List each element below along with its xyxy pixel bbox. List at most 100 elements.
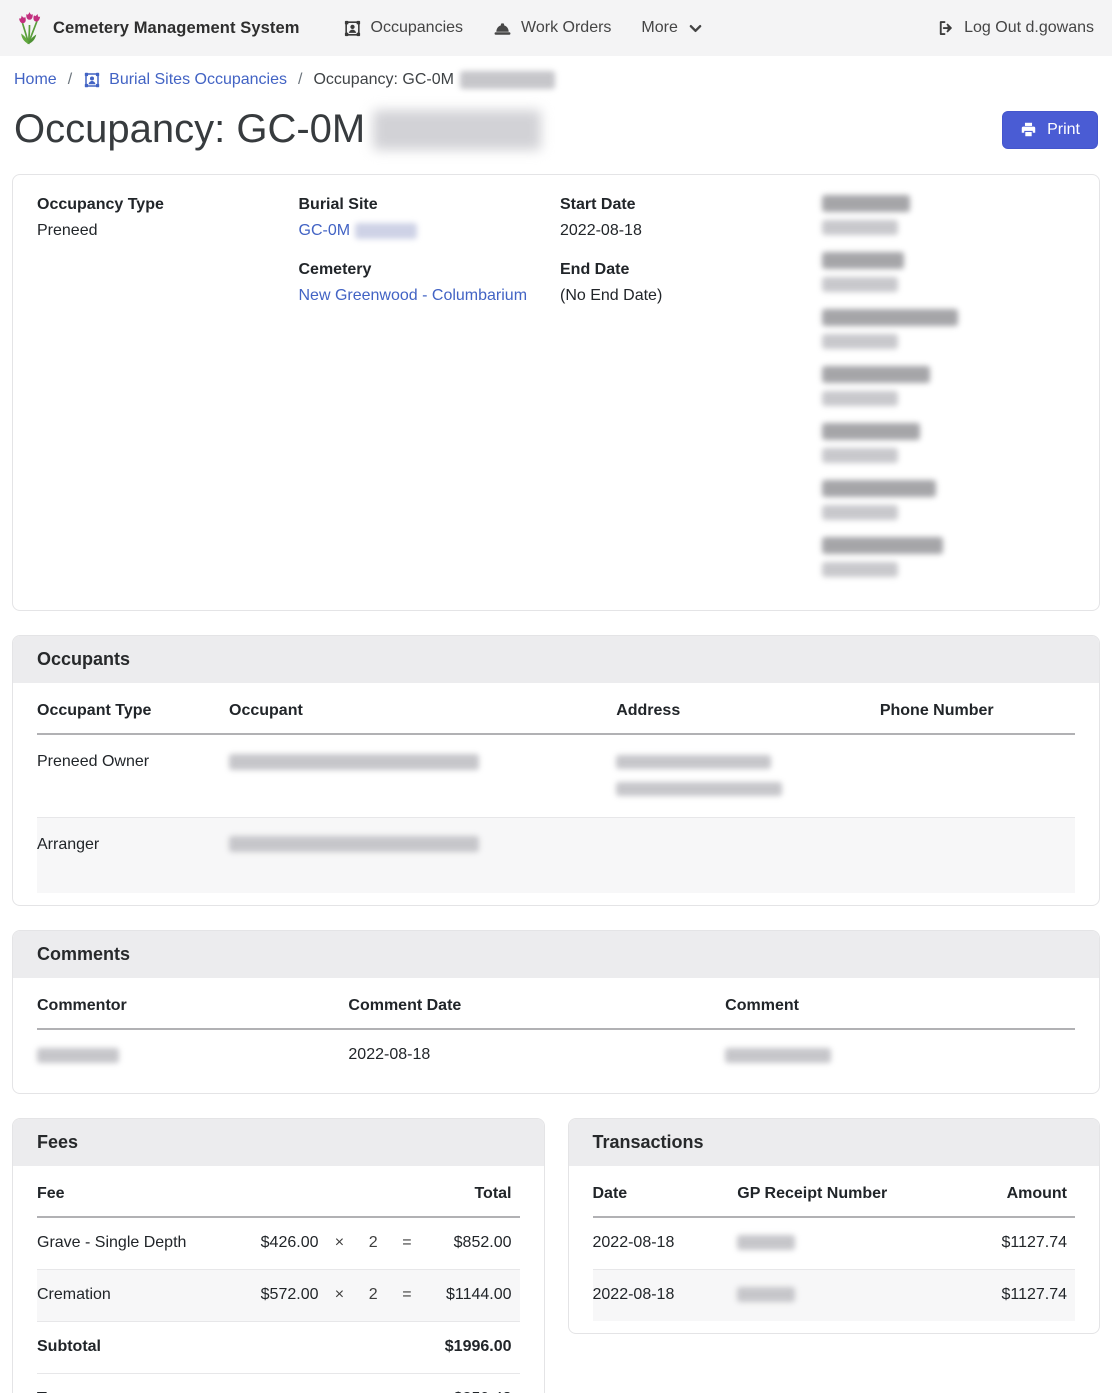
breadcrumb-current: Occupancy: GC-0M: [313, 71, 554, 89]
transactions-card: Transactions Date GP Receipt Number Amou…: [568, 1118, 1101, 1334]
fee-qty-cell: 2: [360, 1217, 394, 1269]
fees-card: Fees Fee Total Grave - Single Depth: [12, 1118, 545, 1393]
comment-date-cell: 2022-08-18: [348, 1029, 725, 1081]
printer-icon: [1020, 121, 1037, 138]
burial-site-label: Burial Site: [299, 195, 553, 215]
details-col-2: Burial Site GC-0M Cemetery New Greenwood…: [299, 195, 553, 594]
table-row: Cremation $572.00 × 2 = $1144.00: [37, 1269, 520, 1321]
subtotal-label: Subtotal: [37, 1321, 428, 1373]
comments-table: Commentor Comment Date Comment 2022-08-1…: [37, 983, 1075, 1081]
burial-site-link[interactable]: GC-0M: [299, 222, 351, 239]
occupancy-type-label: Occupancy Type: [37, 195, 291, 215]
redacted-text: [229, 754, 479, 770]
redacted-field: [822, 309, 1076, 349]
subtotal-value: $1996.00: [428, 1321, 520, 1373]
cemetery-label: Cemetery: [299, 260, 553, 280]
sign-out-icon: [937, 19, 955, 37]
comments-card: Comments Commentor Comment Date Comment …: [12, 930, 1100, 1094]
occupants-header-phone: Phone Number: [880, 688, 1075, 734]
redacted-text: [616, 782, 782, 796]
breadcrumb-occupancies-link[interactable]: Burial Sites Occupancies: [83, 71, 287, 89]
occupancies-icon: [83, 71, 101, 89]
nav-item-occupancies[interactable]: Occupancies: [343, 19, 464, 38]
occupants-card: Occupants Occupant Type Occupant Address…: [12, 635, 1100, 906]
fee-name-cell: Cremation: [37, 1269, 249, 1321]
tax-row: Tax $259.48: [37, 1373, 520, 1393]
details-col-3: Start Date 2022-08-18 End Date (No End D…: [560, 195, 814, 594]
end-date-label: End Date: [560, 260, 814, 280]
logout-label: Log Out d.gowans: [964, 19, 1094, 37]
occupancy-type-value: Preneed: [37, 221, 291, 241]
logout-link[interactable]: Log Out d.gowans: [937, 19, 1094, 37]
details-col-redacted: [822, 195, 1076, 594]
table-row: Preneed Owner: [37, 734, 1075, 817]
redacted-text: [460, 71, 555, 89]
comments-header-comment: Comment: [725, 983, 1075, 1029]
nav-item-label: Occupancies: [371, 19, 464, 37]
redacted-text: [355, 223, 417, 239]
redacted-text: [229, 836, 479, 852]
print-button[interactable]: Print: [1002, 111, 1098, 149]
breadcrumb-separator: /: [68, 71, 72, 89]
breadcrumb-home-link[interactable]: Home: [14, 71, 57, 89]
transaction-amount-cell: $1127.74: [954, 1269, 1075, 1320]
occupants-header-type: Occupant Type: [37, 688, 229, 734]
comments-header-commentor: Commentor: [37, 983, 348, 1029]
fees-header-fee: Fee: [37, 1171, 249, 1217]
transactions-table: Date GP Receipt Number Amount 2022-08-18…: [593, 1171, 1076, 1321]
fee-name-cell: Grave - Single Depth: [37, 1217, 249, 1269]
tulips-logo-icon: [16, 10, 43, 46]
page-title: Occupancy: GC-0M: [14, 107, 541, 152]
fee-qty-cell: 2: [360, 1269, 394, 1321]
occupants-header-address: Address: [616, 688, 880, 734]
occupants-header-occupant: Occupant: [229, 688, 616, 734]
breadcrumb: Home / Burial Sites Occupancies / Occupa…: [0, 56, 1112, 97]
nav-item-more[interactable]: More: [641, 19, 701, 37]
fees-table: Fee Total Grave - Single Depth $426.00 ×…: [37, 1171, 520, 1393]
occupants-section-title: Occupants: [13, 636, 1099, 683]
details-col-1: Occupancy Type Preneed: [37, 195, 291, 594]
redacted-text: [737, 1287, 795, 1302]
redacted-text: [737, 1235, 795, 1250]
fees-section-title: Fees: [13, 1119, 544, 1166]
occupancy-details-card: Occupancy Type Preneed Burial Site GC-0M…: [12, 174, 1100, 611]
redacted-field: [822, 195, 1076, 235]
redacted-text: [37, 1048, 119, 1063]
app-brand[interactable]: Cemetery Management System: [16, 10, 300, 46]
burial-site-field: Burial Site GC-0M: [299, 195, 553, 241]
app-title: Cemetery Management System: [53, 19, 300, 38]
table-row: 2022-08-18 $1127.74: [593, 1269, 1076, 1320]
cemetery-link[interactable]: New Greenwood - Columbarium: [299, 287, 528, 304]
nav-item-work-orders[interactable]: Work Orders: [493, 19, 611, 37]
hard-hat-icon: [493, 20, 512, 37]
transaction-amount-cell: $1127.74: [954, 1217, 1075, 1269]
fee-total-cell: $1144.00: [428, 1269, 520, 1321]
redacted-field: [822, 537, 1076, 577]
subtotal-row: Subtotal $1996.00: [37, 1321, 520, 1373]
transactions-header-date: Date: [593, 1171, 738, 1217]
fee-unit-cell: $572.00: [249, 1269, 326, 1321]
redacted-text: [616, 755, 771, 769]
transaction-date-cell: 2022-08-18: [593, 1269, 738, 1320]
transactions-header-receipt: GP Receipt Number: [737, 1171, 954, 1217]
redacted-field: [822, 480, 1076, 520]
occupancies-icon: [343, 19, 362, 38]
tax-value: $259.48: [428, 1373, 520, 1393]
table-row: 2022-08-18: [37, 1029, 1075, 1081]
table-row: Arranger: [37, 817, 1075, 893]
redacted-text: [373, 110, 541, 150]
redacted-text: [725, 1048, 831, 1063]
comments-section-title: Comments: [13, 931, 1099, 978]
fee-times-cell: ×: [327, 1269, 361, 1321]
breadcrumb-occupancies-label[interactable]: Burial Sites Occupancies: [109, 71, 287, 89]
nav-item-label: More: [641, 19, 677, 37]
redacted-field: [822, 423, 1076, 463]
start-date-value: 2022-08-18: [560, 221, 814, 241]
table-row: 2022-08-18 $1127.74: [593, 1217, 1076, 1269]
fee-equals-cell: =: [394, 1217, 428, 1269]
fee-unit-cell: $426.00: [249, 1217, 326, 1269]
fee-total-cell: $852.00: [428, 1217, 520, 1269]
chevron-down-icon: [689, 24, 702, 33]
print-label: Print: [1047, 121, 1080, 139]
occupants-table: Occupant Type Occupant Address Phone Num…: [37, 688, 1075, 893]
